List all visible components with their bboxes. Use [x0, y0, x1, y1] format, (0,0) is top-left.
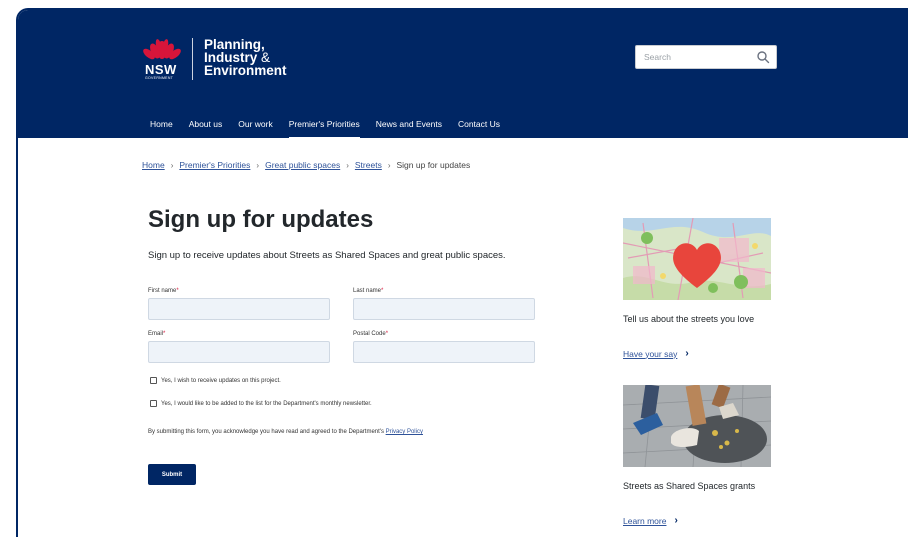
government-wordmark: GOVERNMENT — [145, 76, 174, 80]
postal-code-label: Postal Code* — [353, 331, 389, 337]
map-illustration — [623, 218, 771, 300]
last-name-field[interactable] — [353, 298, 535, 320]
breadcrumb-separator: › — [170, 160, 174, 170]
breadcrumb-separator: › — [387, 160, 391, 170]
logo-divider — [192, 38, 193, 80]
search-input[interactable] — [636, 46, 748, 68]
last-name-label: Last name* — [353, 288, 384, 294]
email-label: Email* — [148, 331, 166, 337]
street-photo-illustration — [623, 385, 771, 467]
nsw-logo[interactable]: NSW GOVERNMENT Planning, Industry & Envi… — [142, 36, 302, 82]
updates-checkbox[interactable] — [150, 377, 157, 384]
nsw-wordmark: NSW — [145, 62, 177, 77]
breadcrumb-premiers-priorities[interactable]: Premier's Priorities — [179, 160, 250, 170]
learn-more-link[interactable]: Learn more › — [623, 515, 678, 526]
consent-text: By submitting this form, you acknowledge… — [148, 429, 423, 435]
learn-more-label[interactable]: Learn more — [623, 516, 666, 526]
have-your-say-label[interactable]: Have your say — [623, 349, 677, 359]
page-title: Sign up for updates — [148, 206, 374, 233]
updates-checkbox-label[interactable]: Yes, I wish to receive updates on this p… — [161, 378, 281, 384]
breadcrumb-home[interactable]: Home — [142, 160, 165, 170]
map-with-heart-image[interactable] — [623, 218, 771, 300]
privacy-policy-link[interactable]: Privacy Policy — [386, 429, 423, 435]
intro-text: Sign up to receive updates about Streets… — [148, 250, 506, 261]
required-mark: * — [385, 331, 389, 337]
nav-home[interactable]: Home — [142, 114, 181, 134]
email-field[interactable] — [148, 341, 330, 363]
chevron-right-icon: › — [685, 348, 689, 359]
nav-news-and-events[interactable]: News and Events — [368, 114, 450, 134]
breadcrumb-great-public-spaces[interactable]: Great public spaces — [265, 160, 340, 170]
card-1-text: Tell us about the streets you love — [623, 314, 755, 324]
newsletter-checkbox[interactable] — [150, 400, 157, 407]
breadcrumb-separator: › — [346, 160, 349, 170]
breadcrumb-separator: › — [256, 160, 260, 170]
main-nav: Home About us Our work Premier's Priorit… — [142, 114, 508, 140]
required-mark: * — [163, 331, 166, 337]
department-name: Planning, Industry & Environment — [204, 38, 287, 78]
street-pavement-feet-image[interactable] — [623, 385, 771, 467]
nav-premiers-priorities[interactable]: Premier's Priorities — [281, 114, 368, 140]
have-your-say-link[interactable]: Have your say › — [623, 348, 689, 359]
updates-checkbox-row: Yes, I wish to receive updates on this p… — [150, 377, 281, 384]
department-line-3: Environment — [204, 63, 287, 78]
submit-button[interactable]: Submit — [148, 464, 196, 485]
required-mark: * — [381, 288, 384, 294]
waratah-icon — [143, 39, 181, 60]
chevron-right-icon: › — [674, 515, 678, 526]
first-name-label: First name* — [148, 288, 179, 294]
postal-code-field[interactable] — [353, 341, 535, 363]
nav-contact-us[interactable]: Contact Us — [450, 114, 508, 134]
breadcrumb-streets[interactable]: Streets — [355, 160, 382, 170]
card-2-text: Streets as Shared Spaces grants — [623, 481, 756, 491]
nav-about-us[interactable]: About us — [181, 114, 231, 134]
browser-frame: NSW GOVERNMENT Planning, Industry & Envi… — [16, 8, 908, 537]
breadcrumb-current: Sign up for updates — [396, 160, 471, 170]
newsletter-checkbox-row: Yes, I would like to be added to the lis… — [150, 400, 372, 407]
search-icon[interactable] — [756, 50, 770, 64]
search-box — [635, 45, 777, 69]
nav-our-work[interactable]: Our work — [230, 114, 280, 134]
required-mark: * — [176, 288, 179, 294]
breadcrumb: Home › Premier's Priorities › Great publ… — [142, 160, 470, 170]
first-name-field[interactable] — [148, 298, 330, 320]
site-header: NSW GOVERNMENT Planning, Industry & Envi… — [18, 10, 908, 140]
newsletter-checkbox-label[interactable]: Yes, I would like to be added to the lis… — [161, 401, 372, 407]
